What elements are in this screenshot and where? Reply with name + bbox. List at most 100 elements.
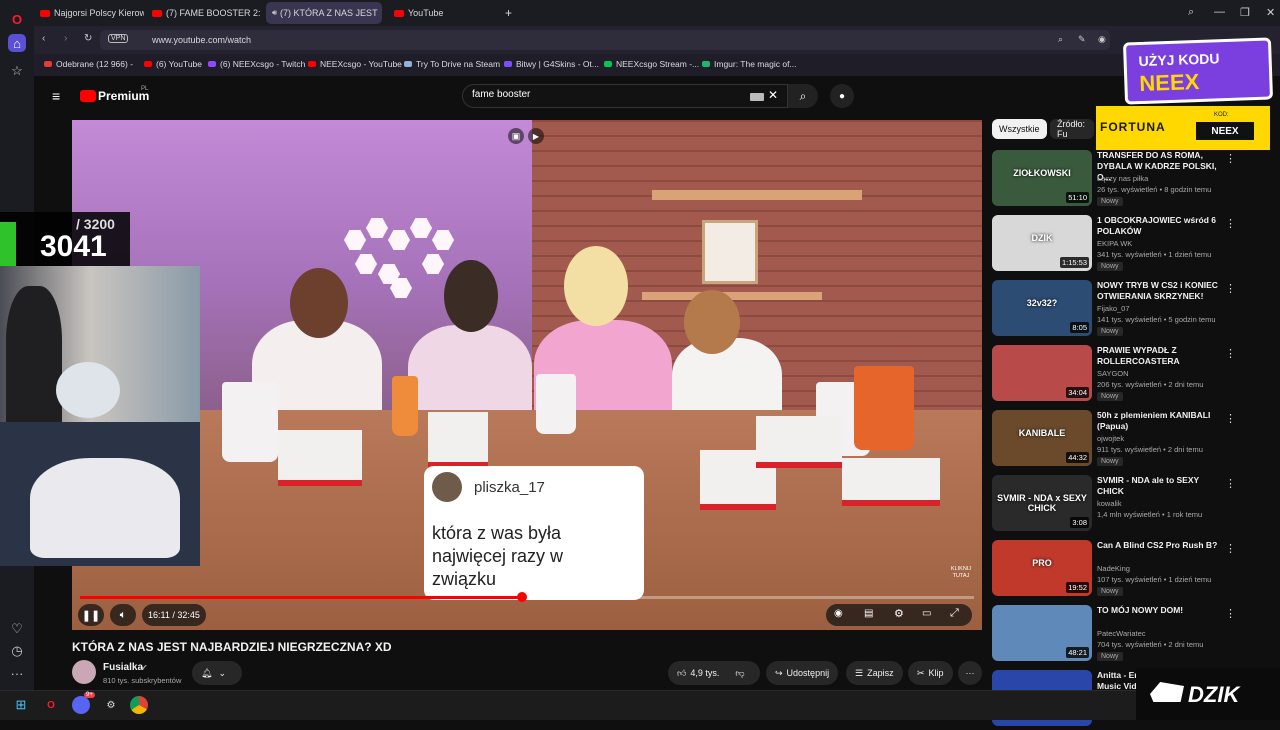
menu-icon[interactable]: ≡ (52, 88, 60, 104)
opera-taskbar-icon[interactable]: O (42, 696, 60, 714)
channel-name[interactable]: Fusialka (103, 662, 143, 673)
tab-3-active[interactable]: 🔊︎ (7) KTÓRA Z NAS JEST (266, 2, 382, 24)
camera-icon[interactable]: ◉ (1098, 34, 1106, 45)
more-actions-button[interactable]: ··· (958, 661, 982, 685)
recommendation-thumbnail[interactable]: 32v32? 8:05 (992, 280, 1092, 336)
close-icon[interactable]: ✕ (1266, 6, 1275, 19)
next-icon[interactable]: ▶ (528, 128, 544, 144)
share-button[interactable]: ↪ Udostępnij (766, 661, 839, 685)
clear-search-icon[interactable]: ✕ (768, 88, 778, 102)
kebab-menu-icon[interactable]: ⋮ (1225, 282, 1236, 295)
kebab-menu-icon[interactable]: ⋮ (1225, 607, 1236, 620)
kebab-menu-icon[interactable]: ⋮ (1225, 542, 1236, 555)
recommendation-title[interactable]: NOWY TRYB W CS2 i KONIEC OTWIERANIA SKRZ… (1097, 280, 1222, 302)
more-icon[interactable]: ··· (8, 664, 26, 682)
recommendation-card[interactable]: 34:04 PRAWIE WYPADŁ Z ROLLERCOASTERA SAYGO… (992, 345, 1242, 405)
minimize-icon[interactable]: — (1214, 6, 1225, 18)
channel-avatar[interactable] (72, 660, 96, 684)
recommendation-channel[interactable]: PatecWariatec (1097, 629, 1146, 638)
kebab-menu-icon[interactable]: ⋮ (1225, 347, 1236, 360)
recommendation-card[interactable]: KANIBALE 44:32 50h z plemieniem KANIBALI (… (992, 410, 1242, 470)
clip-button[interactable]: ✂ Klip (908, 661, 953, 685)
miniplayer-icon[interactable]: ▣ (508, 128, 524, 144)
recommendation-channel[interactable]: Łączy nas piłka (1097, 174, 1148, 183)
discord-taskbar-icon[interactable] (72, 696, 90, 714)
opera-logo-icon[interactable]: O (8, 10, 26, 28)
recommendation-card[interactable]: SVMIR - NDA x SEXY CHICK 3:08 SVMIR - NDA … (992, 475, 1242, 535)
search-value[interactable]: fame booster (472, 89, 530, 100)
recommendation-title[interactable]: 1 OBCOKRAJOWIEC wśród 6 POLAKÓW (1097, 215, 1222, 237)
bookmark-gmail[interactable]: Odebrane (12 966) - (44, 59, 133, 69)
bookmark-g4skins[interactable]: Bitwy | G4Skins - Ot... (504, 59, 599, 69)
recommendation-title[interactable]: PRAWIE WYPADŁ Z ROLLERCOASTERA (1097, 345, 1222, 367)
save-button[interactable]: ☰ Zapisz (846, 661, 903, 685)
forward-icon[interactable]: › (64, 33, 67, 44)
pause-button[interactable]: ❚❚ (78, 604, 104, 626)
youtube-logo-icon[interactable] (80, 90, 96, 102)
volume-button[interactable]: 🔈︎ (110, 604, 136, 626)
recommendation-card[interactable]: ZIOŁKOWSKI 51:10 TRANSFER DO AS ROMA, DYBA… (992, 150, 1242, 210)
speaker-icon[interactable]: 🔊︎ (272, 8, 277, 18)
vpn-badge[interactable]: VPN (108, 34, 129, 43)
bookmark-youtube[interactable]: (6) YouTube (144, 59, 202, 69)
recommendation-card[interactable]: DZIK 1:15:53 1 OBCOKRAJOWIEC wśród 6 POLAK… (992, 215, 1242, 275)
history-clock-icon[interactable]: ◷ (8, 642, 26, 660)
keyboard-icon[interactable] (750, 93, 764, 101)
recommendation-thumbnail[interactable]: SVMIR - NDA x SEXY CHICK 3:08 (992, 475, 1092, 531)
scrub-handle[interactable] (516, 592, 527, 602)
like-count[interactable]: 4,9 tys. (690, 668, 719, 678)
recommendation-thumbnail[interactable]: KANIBALE 44:32 (992, 410, 1092, 466)
recommendation-thumbnail[interactable]: DZIK 1:15:53 (992, 215, 1092, 271)
windows-start-icon[interactable]: ⊞ (12, 696, 30, 714)
fullscreen-icon[interactable]: ⤢ (950, 607, 959, 620)
kebab-menu-icon[interactable]: ⋮ (1225, 477, 1236, 490)
bookmark-kick[interactable]: NEEXcsgo Stream -... (604, 59, 699, 69)
bookmark-twitch[interactable]: (6) NEEXcsgo - Twitch (208, 59, 305, 69)
recommendation-title[interactable]: Can A Blind CS2 Pro Rush B? (1097, 540, 1222, 551)
maximize-icon[interactable]: ❐ (1240, 6, 1250, 19)
recommendation-card[interactable]: PRO 19:52 Can A Blind CS2 Pro Rush B? NadeK… (992, 540, 1242, 600)
new-tab-button[interactable]: + (502, 2, 518, 24)
bookmark-imgur[interactable]: Imgur: The magic of... (702, 59, 797, 69)
recommendation-channel[interactable]: ojwojtek (1097, 434, 1124, 443)
search-page-icon[interactable]: ⌕ (1058, 34, 1063, 45)
bookmark-steam[interactable]: Try To Drive na Steam (404, 59, 500, 69)
kebab-menu-icon[interactable]: ⋮ (1225, 412, 1236, 425)
recommendation-title[interactable]: TO MÓJ NOWY DOM! (1097, 605, 1222, 616)
subtitles-icon[interactable]: ▤ (864, 608, 873, 619)
recommendation-thumbnail[interactable]: ZIOŁKOWSKI 51:10 (992, 150, 1092, 206)
star-icon[interactable]: ☆ (8, 62, 26, 80)
recommendation-card[interactable]: 48:21 TO MÓJ NOWY DOM! PatecWariatec 704 ty… (992, 605, 1242, 665)
tab-2[interactable]: (7) FAME BOOSTER 2: Cas (146, 2, 260, 24)
recommendation-channel[interactable]: SAYGON (1097, 369, 1129, 378)
kebab-menu-icon[interactable]: ⋮ (1225, 217, 1236, 230)
bookmark-neex-youtube[interactable]: NEEXcsgo - YouTube (308, 59, 402, 69)
recommendation-channel[interactable]: NadeKing (1097, 564, 1130, 573)
chip-all[interactable]: Wszystkie (992, 119, 1047, 139)
theater-mode-icon[interactable]: ▭ (922, 608, 931, 619)
recommendation-thumbnail[interactable]: 48:21 (992, 605, 1092, 661)
tab-1[interactable]: Najgorsi Polscy Kierowcy (34, 2, 144, 24)
steam-taskbar-icon[interactable]: ⚙ (102, 696, 120, 714)
recommendation-channel[interactable]: kowalik (1097, 499, 1122, 508)
notifications-button[interactable]: 🔔︎ ⌄ (192, 661, 242, 685)
recommendation-thumbnail[interactable]: PRO 19:52 (992, 540, 1092, 596)
edit-icon[interactable]: ✎ (1078, 34, 1086, 45)
dislike-icon[interactable]: 👎︎ (735, 668, 744, 679)
chrome-taskbar-icon[interactable] (130, 696, 148, 714)
recommendation-channel[interactable]: EKIPA WK (1097, 239, 1132, 248)
search-button[interactable]: ⌕ (788, 84, 818, 108)
like-icon[interactable]: 👍︎ (677, 668, 686, 679)
back-icon[interactable]: ‹ (42, 33, 45, 44)
autoplay-icon[interactable]: ◉ (834, 608, 843, 619)
home-icon[interactable]: ⌂ (8, 34, 26, 52)
corner-watermark[interactable]: KLIKNIJ TUTAJ (948, 566, 974, 580)
chip-source[interactable]: Źródło: Fu (1050, 119, 1094, 139)
url-text[interactable]: www.youtube.com/watch (152, 35, 251, 45)
tab-4[interactable]: YouTube (388, 2, 498, 24)
recommendation-thumbnail[interactable]: 34:04 (992, 345, 1092, 401)
heart-icon[interactable]: ♡ (8, 620, 26, 638)
reload-icon[interactable]: ↻ (84, 33, 92, 44)
search-tabs-icon[interactable]: ⌕ (1188, 6, 1194, 19)
kebab-menu-icon[interactable]: ⋮ (1225, 152, 1236, 165)
